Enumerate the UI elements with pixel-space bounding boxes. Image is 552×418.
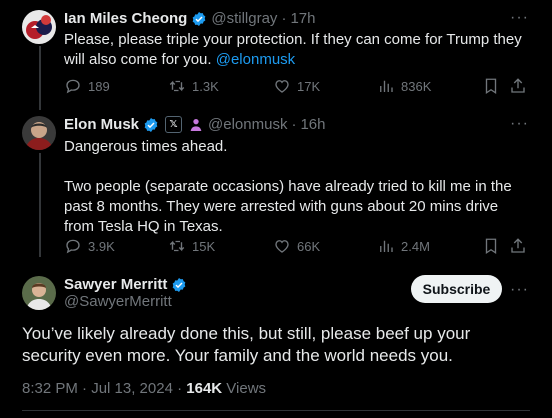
tweet-timestamp[interactable]: 8:32 PM · Jul 13, 2024 ·: [22, 380, 182, 397]
author-handle[interactable]: @stillgray: [211, 10, 277, 27]
views-label: Views: [226, 380, 267, 397]
separator-dot: ·: [281, 10, 287, 27]
views-icon: [380, 240, 393, 252]
tweet-timestamp-row: 8:32 PM · Jul 13, 2024 · 164K Views: [22, 380, 266, 397]
verified-icon: [173, 277, 186, 292]
tweet-text-paragraph: Two people (separate occasions) have alr…: [64, 178, 512, 235]
like-button[interactable]: 66K: [273, 237, 320, 255]
repost-button[interactable]: 15K: [168, 237, 215, 255]
views-icon: [380, 80, 393, 92]
repost-icon: [169, 80, 185, 92]
reply-button[interactable]: 189: [64, 77, 110, 95]
divider: [22, 410, 530, 411]
share-icon[interactable]: [509, 237, 527, 255]
reply-icon: [66, 239, 80, 254]
x-badge-icon: 𝕏: [165, 116, 183, 133]
author-handle[interactable]: @SawyerMerritt: [64, 293, 172, 310]
tweet-time[interactable]: 16h: [300, 116, 325, 133]
mention-link[interactable]: @elonmusk: [216, 51, 295, 68]
avatar-ian-miles-cheong[interactable]: [22, 10, 56, 44]
author-handle[interactable]: @elonmusk: [208, 116, 287, 133]
views-count: 164K: [186, 380, 223, 397]
separator-dot: ·: [291, 116, 297, 133]
avatar-elon-musk[interactable]: [22, 116, 56, 150]
tweet-text-line: Dangerous times ahead.: [64, 138, 228, 155]
affiliate-icon: [190, 118, 202, 131]
more-icon[interactable]: ···: [510, 115, 529, 133]
more-icon[interactable]: ···: [510, 9, 529, 27]
subscribe-button[interactable]: Subscribe: [411, 275, 502, 303]
repost-button[interactable]: 1.3K: [168, 77, 219, 95]
thread-line-2: [39, 153, 41, 257]
views-button[interactable]: 2.4M: [377, 237, 430, 255]
like-icon: [275, 80, 289, 93]
bookmark-icon[interactable]: [482, 237, 500, 255]
views-button[interactable]: 836K: [377, 77, 431, 95]
author-name[interactable]: Ian Miles Cheong: [64, 10, 187, 27]
tweet-text: Dangerous times ahead. Two people (separ…: [64, 137, 524, 237]
verified-icon: [193, 11, 206, 26]
verified-icon: [144, 117, 158, 132]
bookmark-icon[interactable]: [482, 77, 500, 95]
tweet-time[interactable]: 17h: [290, 10, 315, 27]
thread-line-1: [39, 46, 41, 110]
reply-icon: [66, 79, 80, 94]
like-button[interactable]: 17K: [273, 77, 320, 95]
avatar-sawyer-merritt[interactable]: [22, 276, 56, 310]
reply-button[interactable]: 3.9K: [64, 237, 115, 255]
repost-icon: [169, 240, 185, 252]
like-icon: [275, 240, 289, 253]
tweet-text: Please, please triple your protection. I…: [64, 31, 522, 68]
share-icon[interactable]: [509, 77, 527, 95]
author-name[interactable]: Elon Musk: [64, 116, 139, 133]
more-icon[interactable]: ···: [510, 281, 529, 299]
author-name[interactable]: Sawyer Merritt: [64, 276, 167, 293]
main-tweet-text: You’ve likely already done this, but sti…: [22, 324, 471, 365]
